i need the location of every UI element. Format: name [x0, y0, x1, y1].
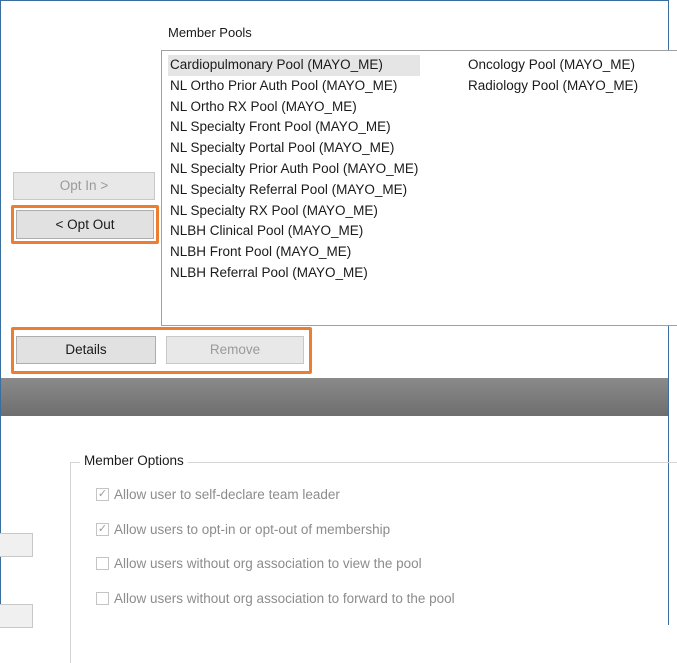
option-opt-in-out[interactable]: ✓ Allow users to opt-in or opt-out of me… — [96, 522, 390, 537]
member-pools-label: Member Pools — [168, 25, 252, 40]
list-item[interactable]: Cardiopulmonary Pool (MAYO_ME) — [168, 55, 421, 76]
option-label: Allow users without org association to v… — [114, 556, 422, 571]
checkbox-unchecked-icon[interactable] — [96, 557, 109, 570]
checkbox-unchecked-icon[interactable] — [96, 592, 109, 605]
checkbox-checked-icon[interactable]: ✓ — [96, 488, 109, 501]
option-self-declare-leader[interactable]: ✓ Allow user to self-declare team leader — [96, 487, 340, 502]
list-item[interactable]: NLBH Referral Pool (MAYO_ME) — [168, 263, 420, 284]
option-view-pool[interactable]: Allow users without org association to v… — [96, 556, 422, 571]
list-item[interactable]: NL Specialty Front Pool (MAYO_ME) — [168, 117, 420, 138]
list-item[interactable]: Oncology Pool (MAYO_ME) — [466, 55, 640, 76]
details-remove-highlight — [11, 327, 312, 374]
option-label: Allow users to opt-in or opt-out of memb… — [114, 522, 391, 537]
member-pools-column-2: Oncology Pool (MAYO_ME) Radiology Pool (… — [466, 55, 640, 97]
option-label: Allow users without org association to f… — [114, 591, 455, 606]
list-item[interactable]: NLBH Clinical Pool (MAYO_ME) — [168, 221, 420, 242]
checkbox-checked-icon[interactable]: ✓ — [96, 523, 109, 536]
option-label: Allow user to self-declare team leader — [114, 487, 340, 502]
list-item[interactable]: NL Specialty Portal Pool (MAYO_ME) — [168, 138, 420, 159]
opt-out-highlight — [11, 205, 159, 244]
truncated-field[interactable] — [0, 604, 33, 628]
list-item[interactable]: NLBH Front Pool (MAYO_ME) — [168, 242, 420, 263]
truncated-field[interactable] — [0, 533, 33, 557]
opt-in-button[interactable]: Opt In > — [13, 172, 155, 200]
member-options-title: Member Options — [80, 453, 188, 468]
list-item[interactable]: Radiology Pool (MAYO_ME) — [466, 76, 640, 97]
separator-bar — [1, 378, 668, 416]
member-pools-column-1: Cardiopulmonary Pool (MAYO_ME) NL Ortho … — [168, 55, 421, 284]
option-forward-pool[interactable]: Allow users without org association to f… — [96, 591, 455, 606]
list-item[interactable]: NL Specialty Prior Auth Pool (MAYO_ME) — [168, 159, 420, 180]
list-item[interactable]: NL Ortho Prior Auth Pool (MAYO_ME) — [168, 76, 420, 97]
member-pools-list[interactable]: Cardiopulmonary Pool (MAYO_ME) NL Ortho … — [161, 50, 677, 326]
list-item[interactable]: NL Ortho RX Pool (MAYO_ME) — [168, 97, 420, 118]
list-item[interactable]: NL Specialty RX Pool (MAYO_ME) — [168, 201, 420, 222]
list-item[interactable]: NL Specialty Referral Pool (MAYO_ME) — [168, 180, 420, 201]
